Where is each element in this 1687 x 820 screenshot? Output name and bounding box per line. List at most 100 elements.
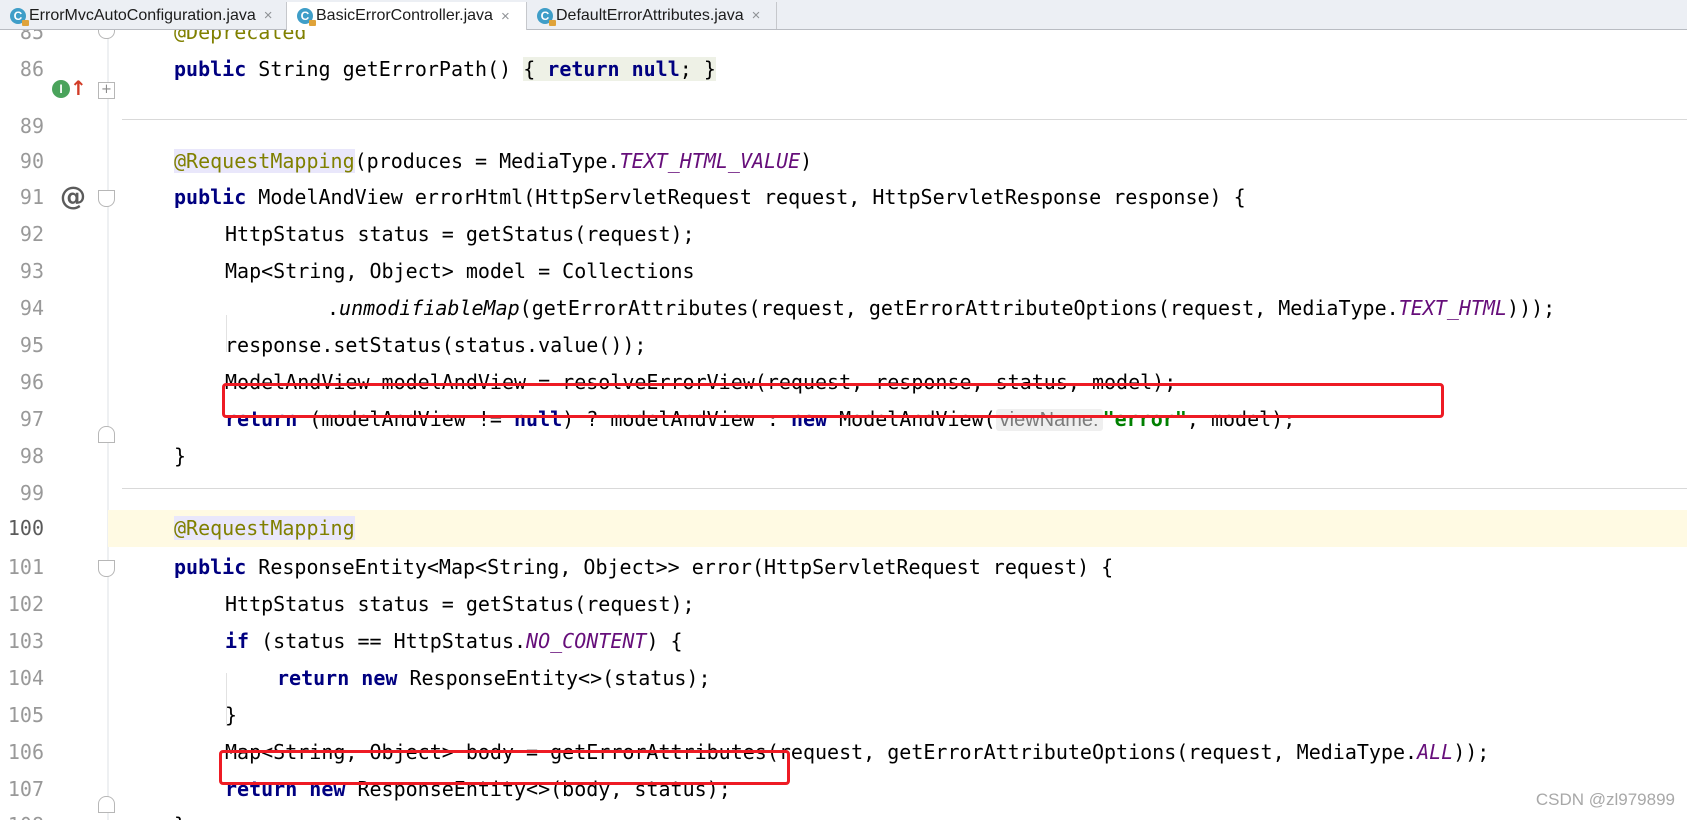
code-text: } bbox=[174, 444, 187, 468]
tab-errormvcautoconfiguration[interactable]: C ErrorMvcAutoConfiguration.java × bbox=[0, 2, 287, 29]
line-number: 93 bbox=[19, 259, 44, 283]
static-method-token: unmodifiableMap bbox=[339, 296, 520, 320]
line-number: 106 bbox=[7, 740, 44, 764]
watermark: CSDN @zl979899 bbox=[1535, 790, 1675, 809]
code-line-94[interactable]: 94 .unmodifiableMap(getErrorAttributes(r… bbox=[0, 290, 1687, 327]
code-text: (getErrorAttributes(request, getErrorAtt… bbox=[519, 296, 1399, 320]
tab-label: DefaultErrorAttributes.java bbox=[556, 6, 744, 24]
line-number: 108 bbox=[0, 807, 44, 820]
code-line-95[interactable]: 95 response.setStatus(status.value()); bbox=[0, 327, 1687, 364]
code-text: (status == HttpStatus. bbox=[249, 629, 527, 653]
code-text: HttpStatus status = getStatus(request); bbox=[225, 222, 695, 246]
static-field-token: ALL bbox=[1417, 740, 1454, 764]
line-number: 96 bbox=[19, 370, 44, 394]
annotation-token: @RequestMapping bbox=[174, 149, 355, 173]
keyword-token: return bbox=[277, 666, 350, 690]
tab-defaulterrorattributes[interactable]: C DefaultErrorAttributes.java × bbox=[527, 2, 777, 29]
fold-collapse-icon[interactable] bbox=[98, 560, 115, 577]
code-line-98[interactable]: 98 } bbox=[0, 438, 1687, 475]
java-class-icon: C bbox=[10, 7, 29, 26]
line-number: 104 bbox=[7, 666, 44, 690]
static-field-token: NO_CONTENT bbox=[526, 629, 647, 653]
code-editor[interactable]: 85 @Deprecated 86 public String getError… bbox=[0, 30, 1687, 820]
line-number: 91 bbox=[19, 185, 44, 209]
code-text: HttpStatus status = getStatus(request); bbox=[225, 592, 695, 616]
highlight-box bbox=[222, 383, 1444, 418]
code-text: ) { bbox=[646, 629, 683, 653]
code-line-90[interactable]: 90 @RequestMapping(produces = MediaType.… bbox=[0, 143, 1687, 180]
code-text: } bbox=[225, 703, 238, 727]
line-number: 98 bbox=[19, 444, 44, 468]
keyword-token: null bbox=[631, 57, 680, 81]
code-text: (produces = MediaType. bbox=[354, 149, 620, 173]
code-text: response.setStatus(status.value()); bbox=[225, 333, 647, 357]
tab-label: ErrorMvcAutoConfiguration.java bbox=[29, 6, 256, 24]
request-mapping-icon[interactable]: @ bbox=[60, 183, 86, 211]
code-text: Map<String, Object> model = Collections bbox=[225, 259, 695, 283]
line-number: 103 bbox=[7, 629, 44, 653]
code-line-93[interactable]: 93 Map<String, Object> model = Collectio… bbox=[0, 253, 1687, 290]
line-number: 92 bbox=[19, 222, 44, 246]
editor-tab-bar: C ErrorMvcAutoConfiguration.java × C Bas… bbox=[0, 0, 1687, 30]
tab-basicerrorcontroller[interactable]: C BasicErrorController.java × bbox=[287, 2, 527, 30]
keyword-token: public bbox=[174, 57, 247, 81]
code-line-86[interactable]: 86 public String getErrorPath() { return… bbox=[0, 51, 1687, 88]
line-number: 105 bbox=[7, 703, 44, 727]
line-number: 99 bbox=[19, 481, 44, 505]
line-number: 97 bbox=[19, 407, 44, 431]
line-number: 100 bbox=[7, 516, 44, 540]
keyword-token: if bbox=[225, 629, 250, 653]
code-line-92[interactable]: 92 HttpStatus status = getStatus(request… bbox=[0, 216, 1687, 253]
keyword-token: public bbox=[174, 185, 247, 209]
code-text: String getErrorPath() bbox=[246, 57, 524, 81]
line-number: 101 bbox=[7, 555, 44, 579]
static-field-token: TEXT_HTML_VALUE bbox=[619, 149, 801, 173]
code-line-105[interactable]: 105 } bbox=[0, 697, 1687, 734]
annotation-token: @Deprecated bbox=[174, 30, 307, 44]
close-icon[interactable]: × bbox=[264, 7, 273, 24]
close-icon[interactable]: × bbox=[752, 7, 761, 24]
line-number: 94 bbox=[19, 296, 44, 320]
code-text: { bbox=[523, 57, 548, 81]
code-line-102[interactable]: 102 HttpStatus status = getStatus(reques… bbox=[0, 586, 1687, 623]
code-text: )); bbox=[1453, 740, 1490, 764]
code-text: ResponseEntity<>(status); bbox=[397, 666, 711, 690]
keyword-token: new bbox=[361, 666, 398, 690]
line-number: 86 bbox=[19, 57, 44, 81]
annotation-token: @RequestMapping bbox=[174, 516, 355, 540]
code-line-91[interactable]: 91 public ModelAndView errorHtml(HttpSer… bbox=[0, 179, 1687, 216]
line-number: 85 bbox=[19, 30, 44, 44]
code-line-101[interactable]: 101 public ResponseEntity<Map<String, Ob… bbox=[0, 549, 1687, 586]
fold-end-icon[interactable] bbox=[98, 426, 115, 443]
code-line-85[interactable]: 85 @Deprecated bbox=[0, 30, 1687, 51]
static-field-token: TEXT_HTML bbox=[1398, 296, 1508, 320]
implements-method-icon[interactable]: I bbox=[52, 80, 70, 98]
override-arrow-icon[interactable]: ↑ bbox=[70, 78, 87, 98]
highlight-box bbox=[219, 750, 790, 785]
java-class-icon: C bbox=[297, 8, 316, 26]
line-number: 95 bbox=[19, 333, 44, 357]
folded-region[interactable]: { return null; } bbox=[523, 57, 716, 81]
code-line-108[interactable]: 108 } bbox=[0, 807, 1687, 820]
fold-end-icon[interactable] bbox=[98, 796, 115, 813]
line-number: 107 bbox=[7, 777, 44, 801]
code-text: ModelAndView errorHtml(HttpServletReques… bbox=[246, 185, 1246, 209]
code-line-103[interactable]: 103 if (status == HttpStatus.NO_CONTENT)… bbox=[0, 623, 1687, 660]
fold-expand-icon[interactable]: + bbox=[98, 82, 115, 99]
code-text: } bbox=[174, 807, 186, 820]
fold-collapse-icon[interactable] bbox=[98, 190, 115, 207]
code-text: ResponseEntity<Map<String, Object>> erro… bbox=[246, 555, 1114, 579]
line-number: 89 bbox=[19, 114, 44, 138]
code-line-100[interactable]: 100 @RequestMapping bbox=[0, 510, 1687, 547]
line-number: 90 bbox=[19, 149, 44, 173]
code-text: ; } bbox=[679, 57, 716, 81]
close-icon[interactable]: × bbox=[501, 8, 510, 25]
keyword-token: return bbox=[547, 57, 620, 81]
code-line-99[interactable]: 99 bbox=[0, 475, 1687, 512]
code-line-104[interactable]: 104 return new ResponseEntity<>(status); bbox=[0, 660, 1687, 697]
code-line-89[interactable]: 89 bbox=[0, 108, 1687, 145]
code-text: ) bbox=[800, 149, 813, 173]
line-number: 102 bbox=[7, 592, 44, 616]
